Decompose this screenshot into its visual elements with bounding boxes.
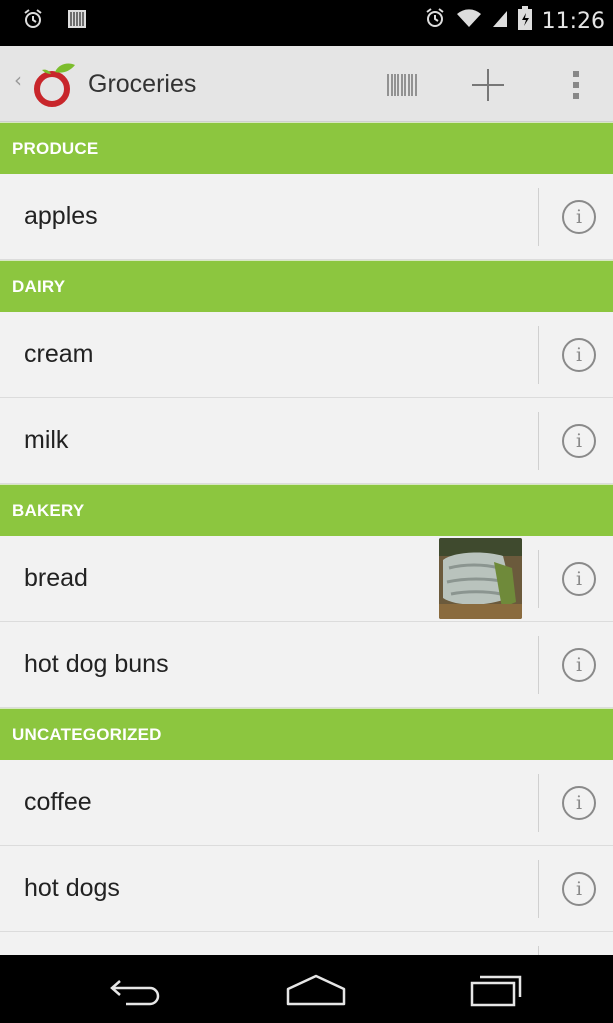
list-item-coffee[interactable]: coffee i: [0, 760, 613, 846]
alarm-icon: [22, 8, 44, 34]
clock: 11:26: [541, 8, 605, 34]
list-item-apples[interactable]: apples i: [0, 174, 613, 260]
info-icon[interactable]: i: [562, 648, 596, 682]
home-icon[interactable]: [276, 969, 356, 1011]
item-divider: [538, 550, 539, 608]
info-icon[interactable]: i: [562, 200, 596, 234]
item-label: milk: [24, 426, 69, 454]
item-divider: [538, 188, 539, 246]
item-label: cream: [24, 340, 94, 368]
wifi-icon: [456, 7, 482, 35]
status-bar: 11:26: [0, 0, 613, 46]
list-item-hot-dog-buns[interactable]: hot dog buns i: [0, 622, 613, 708]
item-label: coffee: [24, 788, 92, 816]
info-icon[interactable]: i: [562, 424, 596, 458]
app-logo-icon[interactable]: [30, 60, 80, 114]
app-title: Groceries: [88, 70, 197, 98]
item-divider: [538, 774, 539, 832]
back-icon[interactable]: [96, 969, 176, 1011]
list-item-cream[interactable]: cream i: [0, 312, 613, 398]
list-item-hot-dogs[interactable]: hot dogs i: [0, 846, 613, 932]
list-item-milk[interactable]: milk i: [0, 398, 613, 484]
overflow-menu-icon[interactable]: [550, 64, 602, 106]
plus-icon[interactable]: [462, 64, 514, 106]
item-label: hot dogs: [24, 874, 120, 902]
section-header-uncategorized: UNCATEGORIZED: [0, 708, 613, 760]
item-divider: [538, 326, 539, 384]
alarm-icon: [424, 7, 446, 35]
barcode-icon[interactable]: [376, 64, 428, 106]
battery-icon: [517, 6, 532, 36]
grocery-list: PRODUCE apples i DAIRY cream i milk i BA…: [0, 122, 613, 955]
section-header-dairy: DAIRY: [0, 260, 613, 312]
bread-photo-thumbnail[interactable]: [439, 538, 522, 619]
info-icon[interactable]: i: [562, 786, 596, 820]
item-divider: [538, 412, 539, 470]
list-item-bread[interactable]: bread i: [0, 536, 613, 622]
item-label: hot dog buns: [24, 650, 169, 678]
section-header-produce: PRODUCE: [0, 122, 613, 174]
recents-icon[interactable]: [456, 969, 536, 1011]
item-divider: [538, 636, 539, 694]
item-divider: [538, 860, 539, 918]
barcode-notification-icon: [66, 8, 88, 34]
section-header-bakery: BAKERY: [0, 484, 613, 536]
info-icon[interactable]: i: [562, 562, 596, 596]
signal-icon: [492, 7, 508, 35]
info-icon[interactable]: i: [562, 872, 596, 906]
info-icon[interactable]: i: [562, 338, 596, 372]
item-label: apples: [24, 202, 98, 230]
action-bar: ‹ Groceries: [0, 46, 613, 122]
item-label: bread: [24, 564, 88, 592]
back-chevron-icon[interactable]: ‹: [14, 68, 22, 92]
item-divider: [538, 946, 539, 955]
list-item-partial[interactable]: i: [0, 932, 613, 955]
navigation-bar: [0, 955, 613, 1023]
